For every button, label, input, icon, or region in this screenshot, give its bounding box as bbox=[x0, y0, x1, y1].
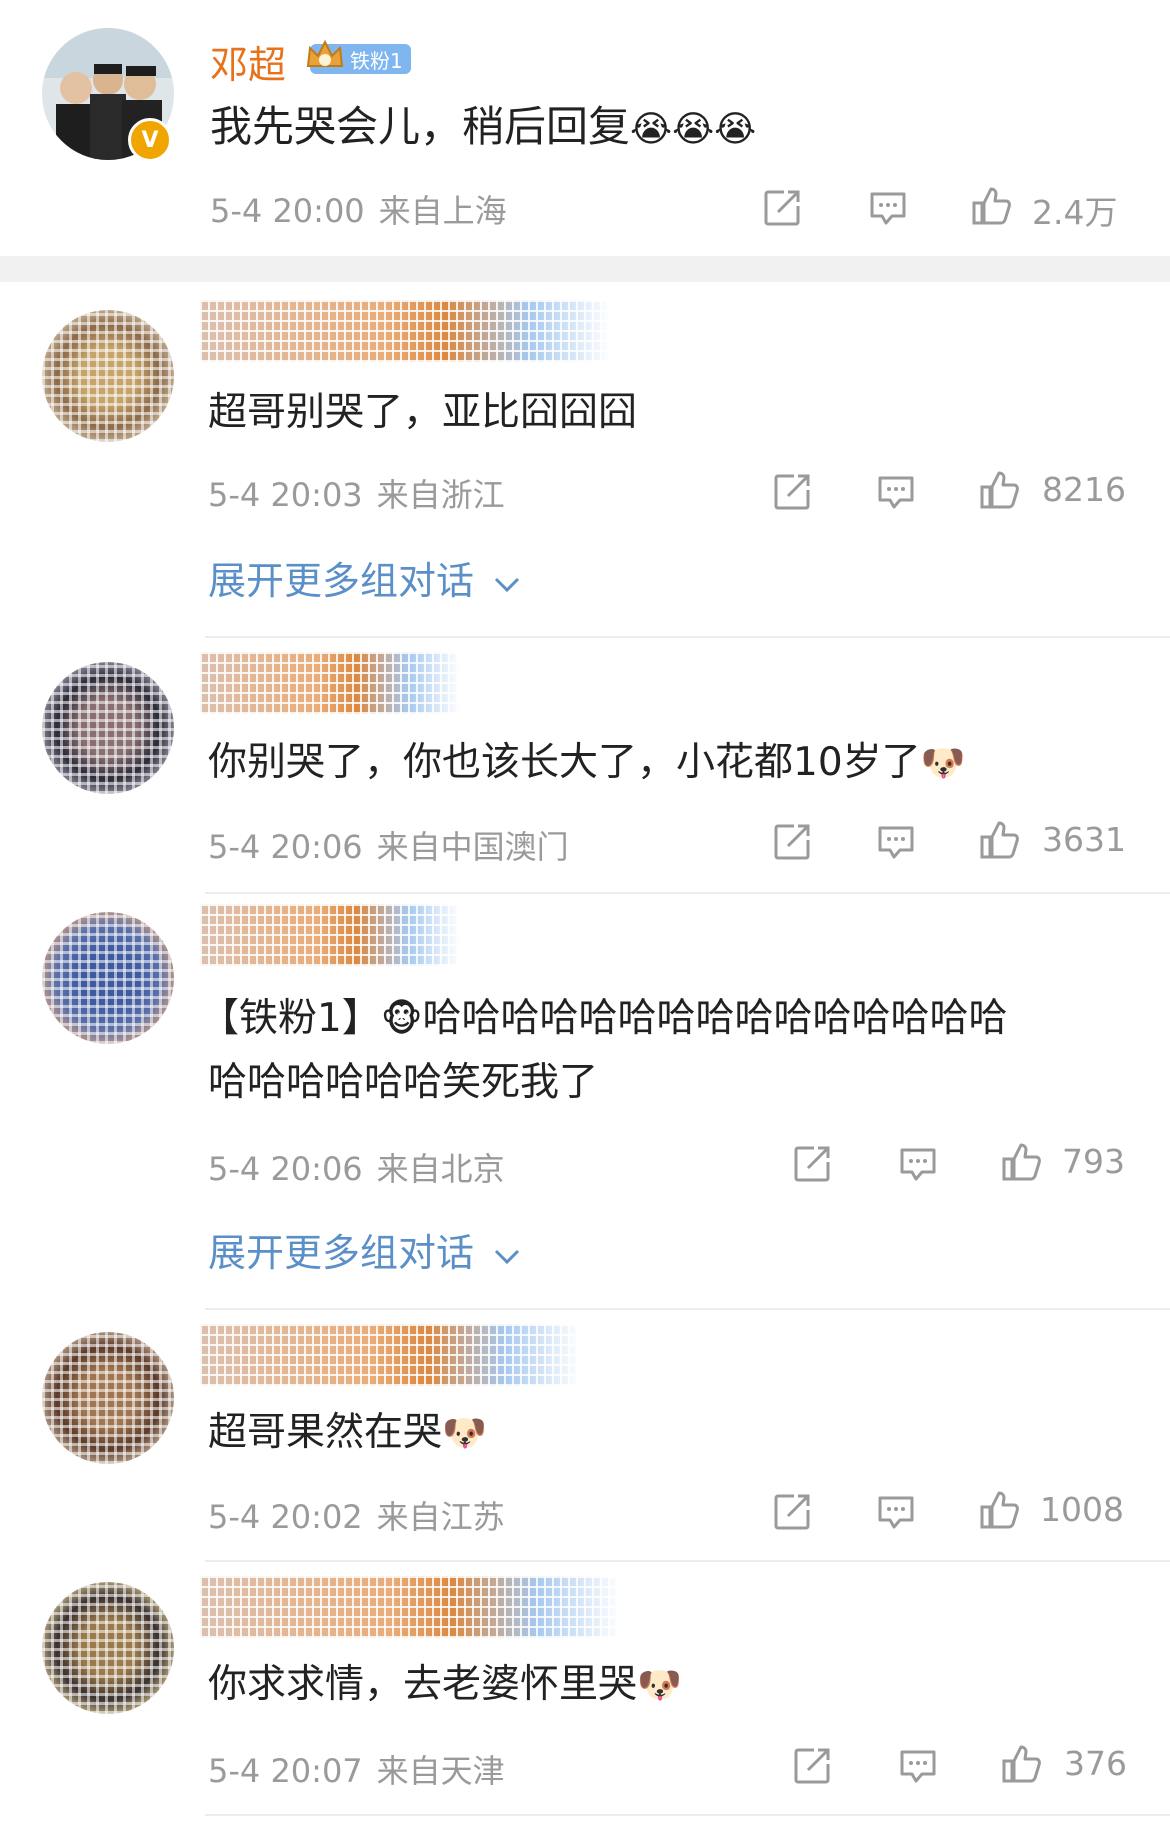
comment-username-blurred[interactable] bbox=[200, 1576, 620, 1638]
divider bbox=[205, 1560, 1170, 1562]
post-source: 来自上海 bbox=[378, 192, 507, 230]
comment-meta: 5-4 20:07 来自天津 bbox=[208, 1746, 505, 1792]
comment-meta: 5-4 20:06 来自中国澳门 bbox=[208, 822, 569, 868]
comment-icon[interactable] bbox=[874, 470, 918, 514]
divider bbox=[205, 1308, 1170, 1310]
comment-text-content: 你别哭了，你也该长大了，小花都10岁了 bbox=[208, 740, 921, 785]
comment-avatar[interactable] bbox=[42, 912, 174, 1044]
post-text-content: 我先哭会儿，稍后回复 bbox=[210, 102, 631, 151]
comment-text-content: 你求求情，去老婆怀里哭 bbox=[208, 1662, 638, 1707]
share-icon[interactable] bbox=[790, 1142, 834, 1186]
thumbs-up-icon[interactable] bbox=[970, 184, 1014, 228]
thumbs-up-icon[interactable] bbox=[1000, 1742, 1044, 1786]
chevron-down-icon bbox=[495, 1249, 520, 1264]
expand-more-label: 展开更多组对话 bbox=[208, 559, 475, 603]
comment-time: 5-4 20:07 bbox=[208, 1752, 363, 1790]
thumbs-up-icon[interactable] bbox=[978, 818, 1022, 862]
post-username[interactable]: 邓超 bbox=[210, 34, 286, 89]
fan-tag: 【铁粉1】 bbox=[200, 996, 381, 1041]
comment-meta: 5-4 20:03 来自浙江 bbox=[208, 470, 505, 516]
comment-likes: 793 bbox=[1062, 1142, 1125, 1181]
share-icon[interactable] bbox=[760, 186, 804, 230]
comment-time: 5-4 20:06 bbox=[208, 1150, 363, 1188]
comment-text: 超哥别哭了，亚比囧囧囧 bbox=[208, 390, 638, 435]
comment-icon[interactable] bbox=[896, 1744, 940, 1788]
comment-icon[interactable] bbox=[874, 1490, 918, 1534]
comment-icon[interactable] bbox=[866, 186, 910, 230]
expand-more-label: 展开更多组对话 bbox=[208, 1231, 475, 1275]
comment-meta: 5-4 20:06 来自北京 bbox=[208, 1144, 505, 1190]
comment-username-blurred[interactable] bbox=[200, 300, 610, 362]
doge-emoji-icon: 🐶 bbox=[442, 1413, 487, 1454]
comment-text: 你别哭了，你也该长大了，小花都10岁了🐶 bbox=[208, 734, 965, 793]
comment-time: 5-4 20:02 bbox=[208, 1498, 363, 1536]
divider bbox=[205, 636, 1170, 638]
comment-source: 来自浙江 bbox=[376, 476, 505, 514]
thumbs-up-icon[interactable] bbox=[978, 1488, 1022, 1532]
comment-likes: 8216 bbox=[1042, 470, 1126, 509]
comment-likes: 376 bbox=[1064, 1744, 1127, 1783]
doge-emoji-icon: 🐶 bbox=[920, 743, 966, 784]
comment-likes: 3631 bbox=[1042, 820, 1126, 859]
post-time: 5-4 20:00 bbox=[210, 192, 365, 230]
crying-emoji-icon: 😭😭😭 bbox=[630, 109, 757, 150]
comment-avatar[interactable] bbox=[42, 310, 174, 442]
comment-username-blurred[interactable] bbox=[200, 904, 460, 966]
crown-icon bbox=[306, 39, 344, 67]
comment-icon[interactable] bbox=[874, 820, 918, 864]
comment-time: 5-4 20:03 bbox=[208, 476, 363, 514]
doge-emoji-icon: 🐶 bbox=[637, 1665, 682, 1706]
comment-username-blurred[interactable] bbox=[200, 1324, 580, 1386]
expand-more-link[interactable]: 展开更多组对话 bbox=[208, 550, 522, 605]
divider bbox=[205, 1814, 1170, 1816]
expand-more-link[interactable]: 展开更多组对话 bbox=[208, 1222, 522, 1277]
divider bbox=[205, 892, 1170, 894]
fan-badge: 铁粉1 bbox=[306, 39, 411, 74]
comment-avatar[interactable] bbox=[42, 662, 174, 794]
post-text: 我先哭会儿，稍后回复😭😭😭 bbox=[210, 98, 756, 159]
comment-source: 来自北京 bbox=[376, 1150, 505, 1188]
post-meta: 5-4 20:00 来自上海 bbox=[210, 186, 507, 232]
comment-avatar[interactable] bbox=[42, 1332, 174, 1464]
comment-text: 超哥果然在哭🐶 bbox=[208, 1404, 487, 1463]
comment-likes: 1008 bbox=[1040, 1490, 1124, 1529]
share-icon[interactable] bbox=[770, 470, 814, 514]
share-icon[interactable] bbox=[790, 1744, 834, 1788]
verified-badge-icon: V bbox=[128, 118, 172, 162]
share-icon[interactable] bbox=[770, 820, 814, 864]
comment-time: 5-4 20:06 bbox=[208, 828, 363, 866]
fan-badge-label: 铁粉1 bbox=[350, 48, 403, 73]
comment-username-blurred[interactable] bbox=[200, 652, 460, 714]
comment-source: 来自天津 bbox=[376, 1752, 505, 1790]
section-separator bbox=[0, 256, 1170, 282]
comment-avatar[interactable] bbox=[42, 1582, 174, 1714]
chevron-down-icon bbox=[495, 577, 520, 592]
share-icon[interactable] bbox=[770, 1490, 814, 1534]
comment-text-line2: 哈哈哈哈哈哈笑死我了 bbox=[208, 1060, 599, 1105]
comment-meta: 5-4 20:02 来自江苏 bbox=[208, 1492, 505, 1538]
comment-text-line1: 哈哈哈哈哈哈哈哈哈哈哈哈哈哈哈 bbox=[422, 996, 1008, 1041]
comment-text-content: 超哥果然在哭 bbox=[208, 1410, 443, 1455]
comment-icon[interactable] bbox=[896, 1142, 940, 1186]
thumbs-up-icon[interactable] bbox=[1000, 1140, 1044, 1184]
comment-source: 来自江苏 bbox=[376, 1498, 505, 1536]
thumbs-up-icon[interactable] bbox=[978, 468, 1022, 512]
comment-text: 你求求情，去老婆怀里哭🐶 bbox=[208, 1656, 682, 1715]
comment-text: 【铁粉1】🐵哈哈哈哈哈哈哈哈哈哈哈哈哈哈哈 bbox=[200, 990, 1007, 1049]
monkey-emoji-icon: 🐵 bbox=[380, 999, 423, 1040]
comment-source: 来自中国澳门 bbox=[376, 828, 569, 866]
post-likes: 2.4万 bbox=[1032, 193, 1118, 232]
